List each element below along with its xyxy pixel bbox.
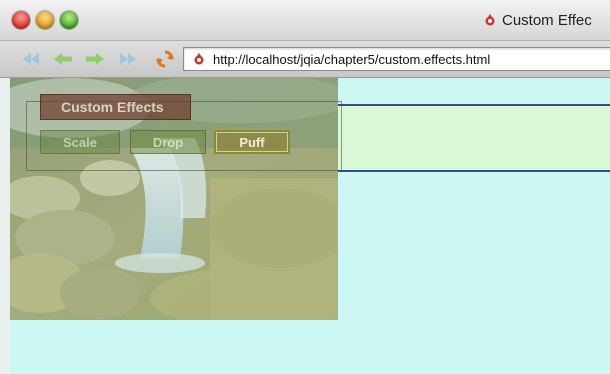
address-url: http://localhost/jqia/chapter5/custom.ef… <box>213 51 491 67</box>
previous-button[interactable] <box>52 49 74 69</box>
window-titlebar: Custom Effec <box>0 0 610 41</box>
back-button[interactable] <box>20 49 42 69</box>
fast-forward-icon <box>120 53 136 65</box>
minimize-window-button[interactable] <box>36 11 54 29</box>
legend-label: Custom Effects <box>61 99 164 115</box>
close-window-button[interactable] <box>12 11 30 29</box>
puff-button[interactable]: Puff <box>214 130 290 154</box>
address-bar[interactable]: http://localhost/jqia/chapter5/custom.ef… <box>183 47 610 71</box>
right-arrow-icon <box>86 53 104 65</box>
left-arrow-icon <box>54 53 72 65</box>
window-title-group: Custom Effec <box>483 10 592 30</box>
next-button[interactable] <box>84 49 106 69</box>
drop-button[interactable]: Drop <box>130 130 206 154</box>
reload-button[interactable] <box>154 49 176 69</box>
scale-button[interactable]: Scale <box>40 130 120 154</box>
forward-button[interactable] <box>117 49 139 69</box>
page-icon <box>485 14 495 26</box>
fieldset-legend: Custom Effects <box>40 94 191 120</box>
zoom-window-button[interactable] <box>60 11 78 29</box>
page-content: Custom Effects Scale Drop Puff <box>0 78 610 374</box>
page-left-edge <box>0 78 10 374</box>
back-icon <box>23 53 39 65</box>
browser-toolbar: http://localhost/jqia/chapter5/custom.ef… <box>0 41 610 78</box>
page-icon <box>194 53 204 65</box>
reload-icon <box>156 50 174 68</box>
window-title: Custom Effec <box>502 11 592 29</box>
